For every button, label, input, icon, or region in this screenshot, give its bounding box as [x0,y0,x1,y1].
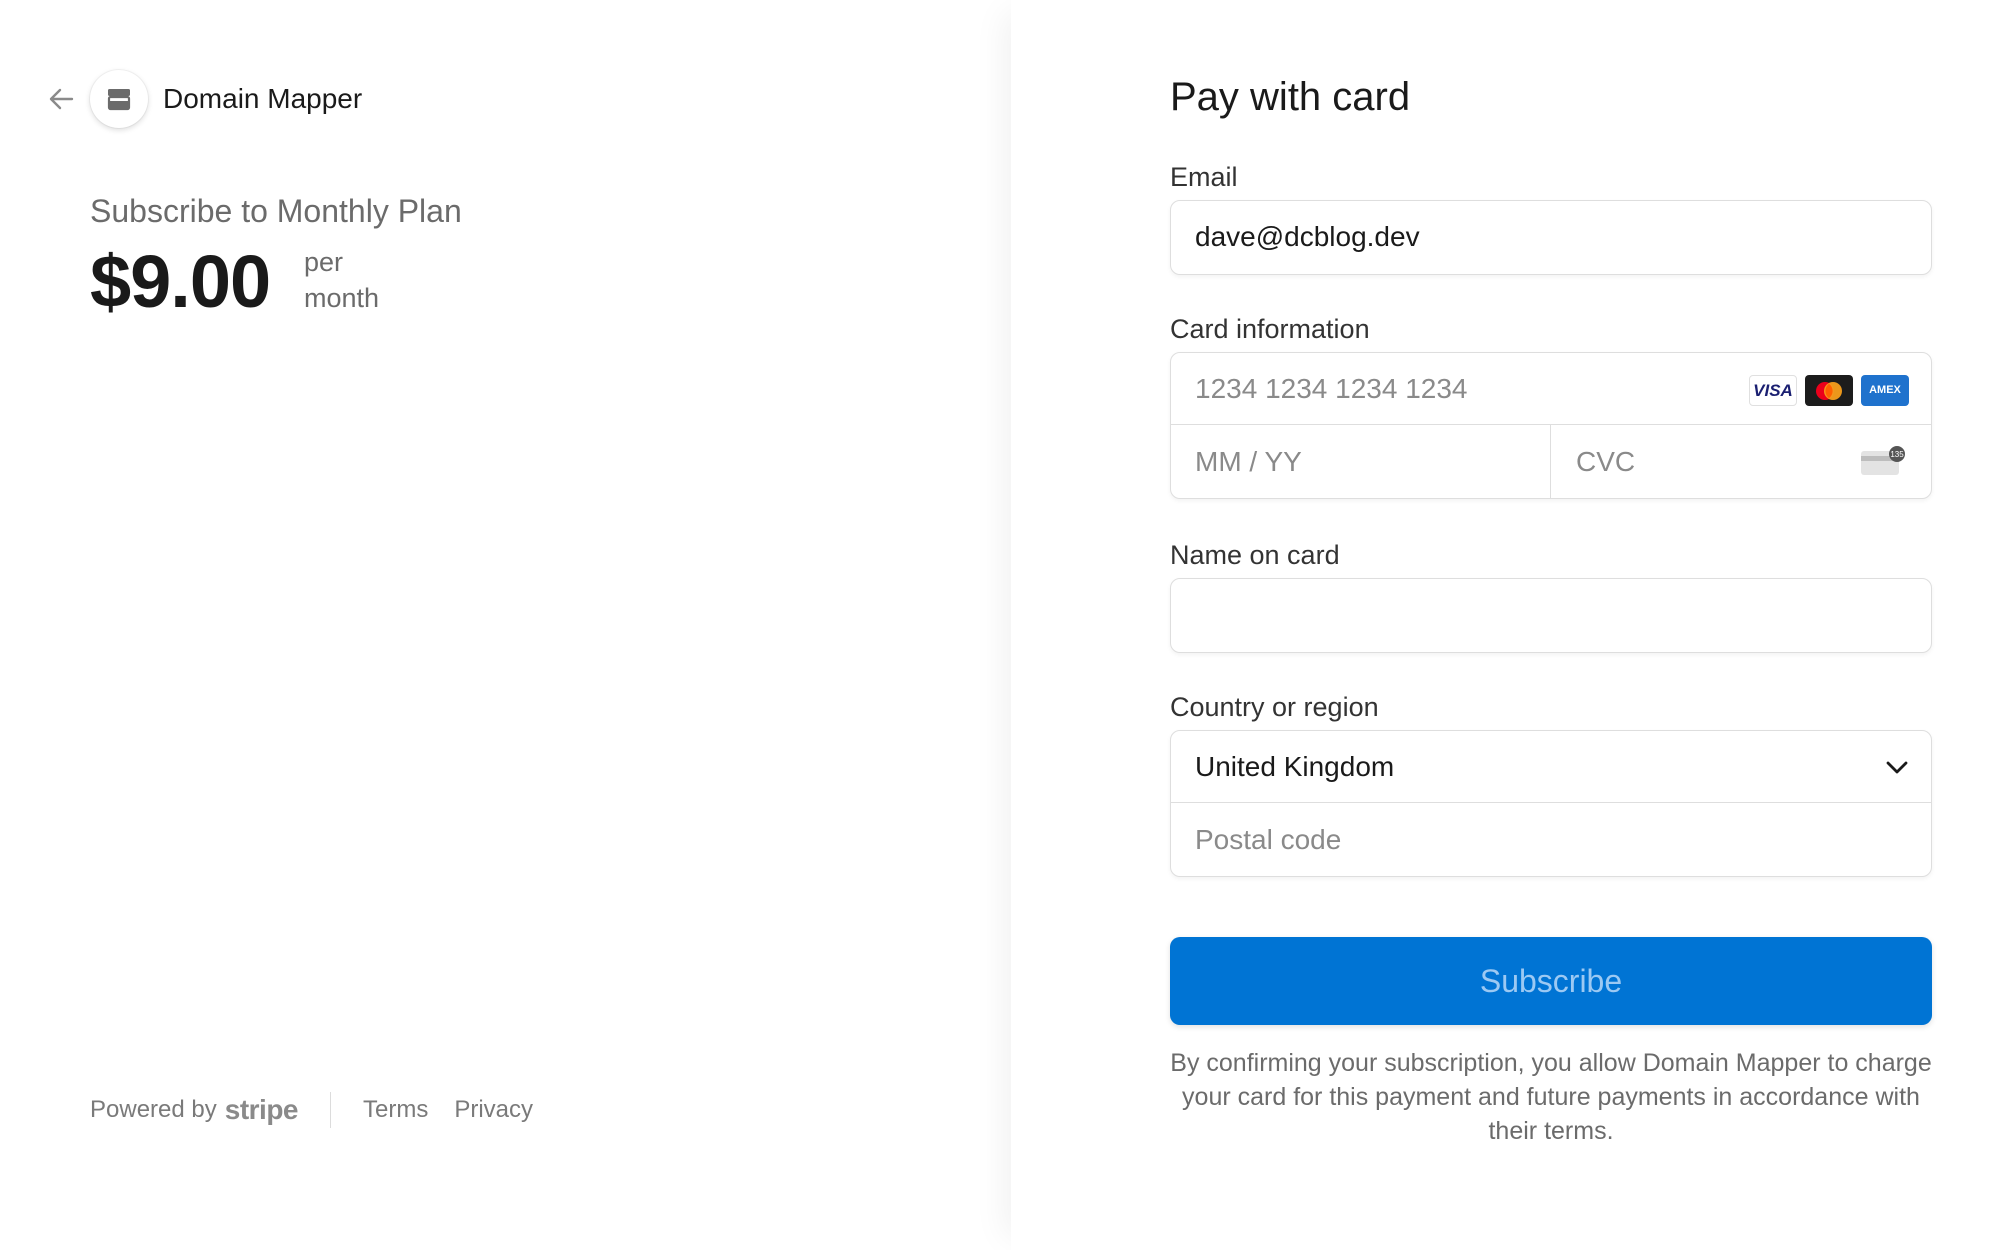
cvc-card-icon: 135 [1859,445,1907,484]
card-number-row: VISA AMEX [1171,353,1931,425]
card-number-input[interactable] [1195,353,1715,425]
name-on-card-label: Name on card [1170,540,1340,570]
cvc-cell: 135 [1552,425,1931,498]
powered-by-text: Powered by [90,1096,217,1123]
country-select[interactable]: United Kingdom [1171,731,1931,803]
order-summary-panel: Domain Mapper Subscribe to Monthly Plan … [0,0,1011,1250]
price: $9.00 [90,240,271,323]
country-label: Country or region [1170,692,1379,722]
expiry-input[interactable] [1195,425,1525,498]
subscribe-button[interactable]: Subscribe [1170,937,1932,1025]
name-field-wrapper [1170,578,1932,653]
name-on-card-input[interactable] [1195,579,1895,651]
store-icon [90,70,148,128]
payment-panel: Pay with card Email Card information VIS… [1011,0,2004,1250]
amex-icon: AMEX [1861,375,1909,406]
card-information-field: VISA AMEX [1170,352,1932,499]
card-brands: VISA AMEX [1749,375,1909,406]
email-input[interactable] [1195,201,1895,273]
postal-code-row [1171,803,1931,876]
country-value: United Kingdom [1195,751,1395,782]
visa-icon: VISA [1749,375,1797,406]
billing-period: per month [304,244,414,316]
subscription-terms-text: By confirming your subscription, you all… [1170,1049,1932,1145]
svg-text:135: 135 [1890,450,1904,459]
product-title: Subscribe to Monthly Plan [90,193,462,229]
billing-period-line1: per [304,247,344,277]
stripe-logo[interactable]: stripe [225,1094,299,1126]
form-title: Pay with card [1170,75,1411,119]
chevron-down-icon [1883,753,1911,786]
card-information-label: Card information [1170,314,1370,344]
cvc-input[interactable] [1576,425,1836,498]
footer: Powered by stripe Terms Privacy [90,1090,559,1130]
terms-link[interactable]: Terms [363,1096,428,1124]
postal-code-input[interactable] [1195,803,1895,876]
email-field-wrapper [1170,200,1932,275]
mastercard-icon [1805,375,1853,406]
email-label: Email [1170,162,1238,192]
merchant-name: Domain Mapper [163,83,363,114]
billing-period-line2: month [304,283,380,313]
card-expiry-cvc-row: 135 [1171,425,1931,498]
address-field: United Kingdom [1170,730,1932,877]
privacy-link[interactable]: Privacy [454,1096,533,1124]
footer-divider [330,1092,331,1128]
back-arrow-icon[interactable] [44,82,78,116]
expiry-cell [1171,425,1551,498]
